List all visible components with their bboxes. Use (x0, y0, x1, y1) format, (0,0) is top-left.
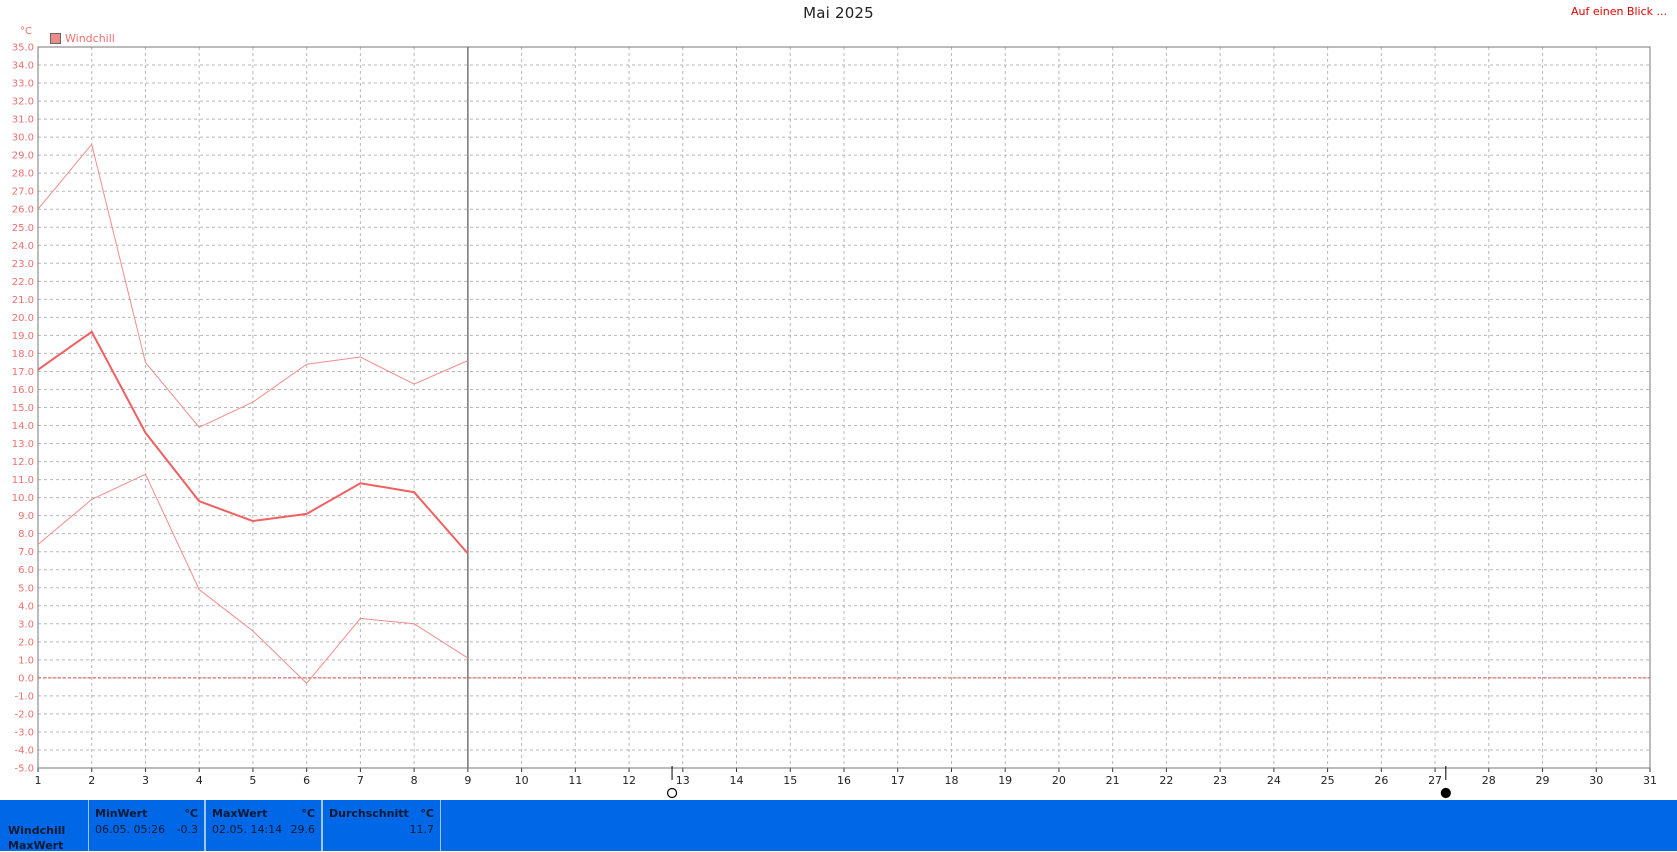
x-tick-label: 11 (568, 774, 582, 787)
stat-max-header: MaxWert (212, 807, 268, 820)
y-tick-label: 20.0 (12, 313, 34, 324)
y-tick-label: 31.0 (12, 115, 34, 126)
stat-min-date: 06.05. 05:26 (95, 823, 166, 836)
y-tick-label: -1.0 (14, 691, 34, 702)
x-tick-label: 6 (303, 774, 310, 787)
y-tick-label: 23.0 (12, 259, 34, 270)
y-tick-label: 0.0 (18, 673, 34, 684)
y-tick-label: 15.0 (12, 403, 34, 414)
x-tick-label: 2 (88, 774, 95, 787)
axes: -5.0 -4.0 -3.0 -2.0 -1.0 0.0 1.0 2.0 3.0 4.0 5.0 6.… (12, 43, 1657, 788)
y-tick-label: -2.0 (14, 709, 34, 720)
x-tick-label: 31 (1643, 774, 1657, 787)
y-tick-label: 8.0 (18, 529, 34, 540)
x-tick-label: 14 (730, 774, 744, 787)
y-tick-label: 21.0 (12, 295, 34, 306)
x-tick-label: 19 (998, 774, 1012, 787)
chart-plot: -5.0 -4.0 -3.0 -2.0 -1.0 0.0 1.0 2.0 3.0 4.0 5.0 6.… (12, 43, 1657, 799)
y-tick-label: 12.0 (12, 457, 34, 468)
x-tick-label: 20 (1052, 774, 1066, 787)
y-tick-label: 3.0 (18, 619, 34, 630)
y-tick-label: 18.0 (12, 349, 34, 360)
stat-min-value: -0.3 (176, 823, 198, 836)
x-tick-label: 10 (515, 774, 529, 787)
y-tick-label: 25.0 (12, 223, 34, 234)
y-tick-label: 17.0 (12, 367, 34, 378)
moon-phase-icon (1440, 787, 1451, 799)
x-tick-label: 23 (1213, 774, 1227, 787)
y-tick-label: 5.0 (18, 583, 34, 594)
stats-row-label-2: MaxWert (8, 839, 64, 852)
stat-max-unit: °C (301, 807, 315, 820)
y-tick-label: 13.0 (12, 439, 34, 450)
x-tick-label: 16 (837, 774, 851, 787)
stat-avg-header: Durchschnitt (329, 807, 409, 820)
y-tick-label: -4.0 (14, 745, 34, 756)
x-tick-label: 12 (622, 774, 636, 787)
stat-max-value: 29.6 (290, 823, 316, 836)
x-tick-label: 28 (1482, 774, 1496, 787)
y-tick-label: 33.0 (12, 79, 34, 90)
y-tick-label: 1.0 (18, 655, 34, 666)
grid (37, 46, 1651, 769)
x-tick-label: 26 (1374, 774, 1388, 787)
y-tick-label: 34.0 (12, 61, 34, 72)
stats-panel: Windchill MaxWert MinWert °C 06.05. 05:2… (0, 800, 1677, 852)
x-tick-label: 18 (944, 774, 958, 787)
y-tick-label: 16.0 (12, 385, 34, 396)
y-tick-label: 27.0 (12, 187, 34, 198)
y-tick-label: 10.0 (12, 493, 34, 504)
x-tick-label: 17 (891, 774, 905, 787)
stat-avg-unit: °C (420, 807, 434, 820)
stat-avg: Durchschnitt °C 11.7 (322, 800, 441, 851)
y-tick-label: 11.0 (12, 475, 34, 486)
x-tick-label: 24 (1267, 774, 1281, 787)
x-tick-label: 4 (196, 774, 203, 787)
x-tick-label: 29 (1536, 774, 1550, 787)
y-tick-label: 9.0 (18, 511, 34, 522)
x-tick-label: 25 (1321, 774, 1335, 787)
y-tick-label: 29.0 (12, 151, 34, 162)
stat-min: MinWert °C 06.05. 05:26 -0.3 (88, 800, 205, 851)
y-tick-label: 30.0 (12, 133, 34, 144)
x-tick-label: 13 (676, 774, 690, 787)
y-tick-label: 6.0 (18, 565, 34, 576)
stat-max: MaxWert °C 02.05. 14:14 29.6 (205, 800, 322, 851)
y-tick-label: 2.0 (18, 637, 34, 648)
x-tick-label: 8 (411, 774, 418, 787)
y-tick-label: 7.0 (18, 547, 34, 558)
moon-phase-icon (666, 787, 678, 799)
x-tick-label: 22 (1159, 774, 1173, 787)
x-tick-label: 27 (1428, 774, 1442, 787)
y-tick-label: -3.0 (14, 727, 34, 738)
y-tick-label: 4.0 (18, 601, 34, 612)
y-tick-label: 32.0 (12, 97, 34, 108)
x-tick-label: 3 (142, 774, 149, 787)
x-tick-label: 15 (783, 774, 797, 787)
stat-max-date: 02.05. 14:14 (212, 823, 283, 836)
stat-avg-value: 11.7 (409, 823, 435, 836)
x-tick-label: 30 (1589, 774, 1603, 787)
y-tick-label: 19.0 (12, 331, 34, 342)
y-tick-label: 14.0 (12, 421, 34, 432)
y-tick-label: 28.0 (12, 169, 34, 180)
x-tick-label: 1 (35, 774, 42, 787)
stats-row-label: Windchill (8, 824, 66, 837)
stat-min-unit: °C (184, 807, 198, 820)
y-tick-label: 22.0 (12, 277, 34, 288)
x-tick-label: 9 (464, 774, 471, 787)
y-tick-label: -5.0 (14, 764, 34, 775)
y-tick-label: 24.0 (12, 241, 34, 252)
y-tick-label: 26.0 (12, 205, 34, 216)
y-tick-label: 35.0 (12, 43, 34, 54)
stat-min-header: MinWert (95, 807, 148, 820)
x-tick-label: 21 (1106, 774, 1120, 787)
x-tick-label: 5 (249, 774, 256, 787)
x-tick-label: 7 (357, 774, 364, 787)
